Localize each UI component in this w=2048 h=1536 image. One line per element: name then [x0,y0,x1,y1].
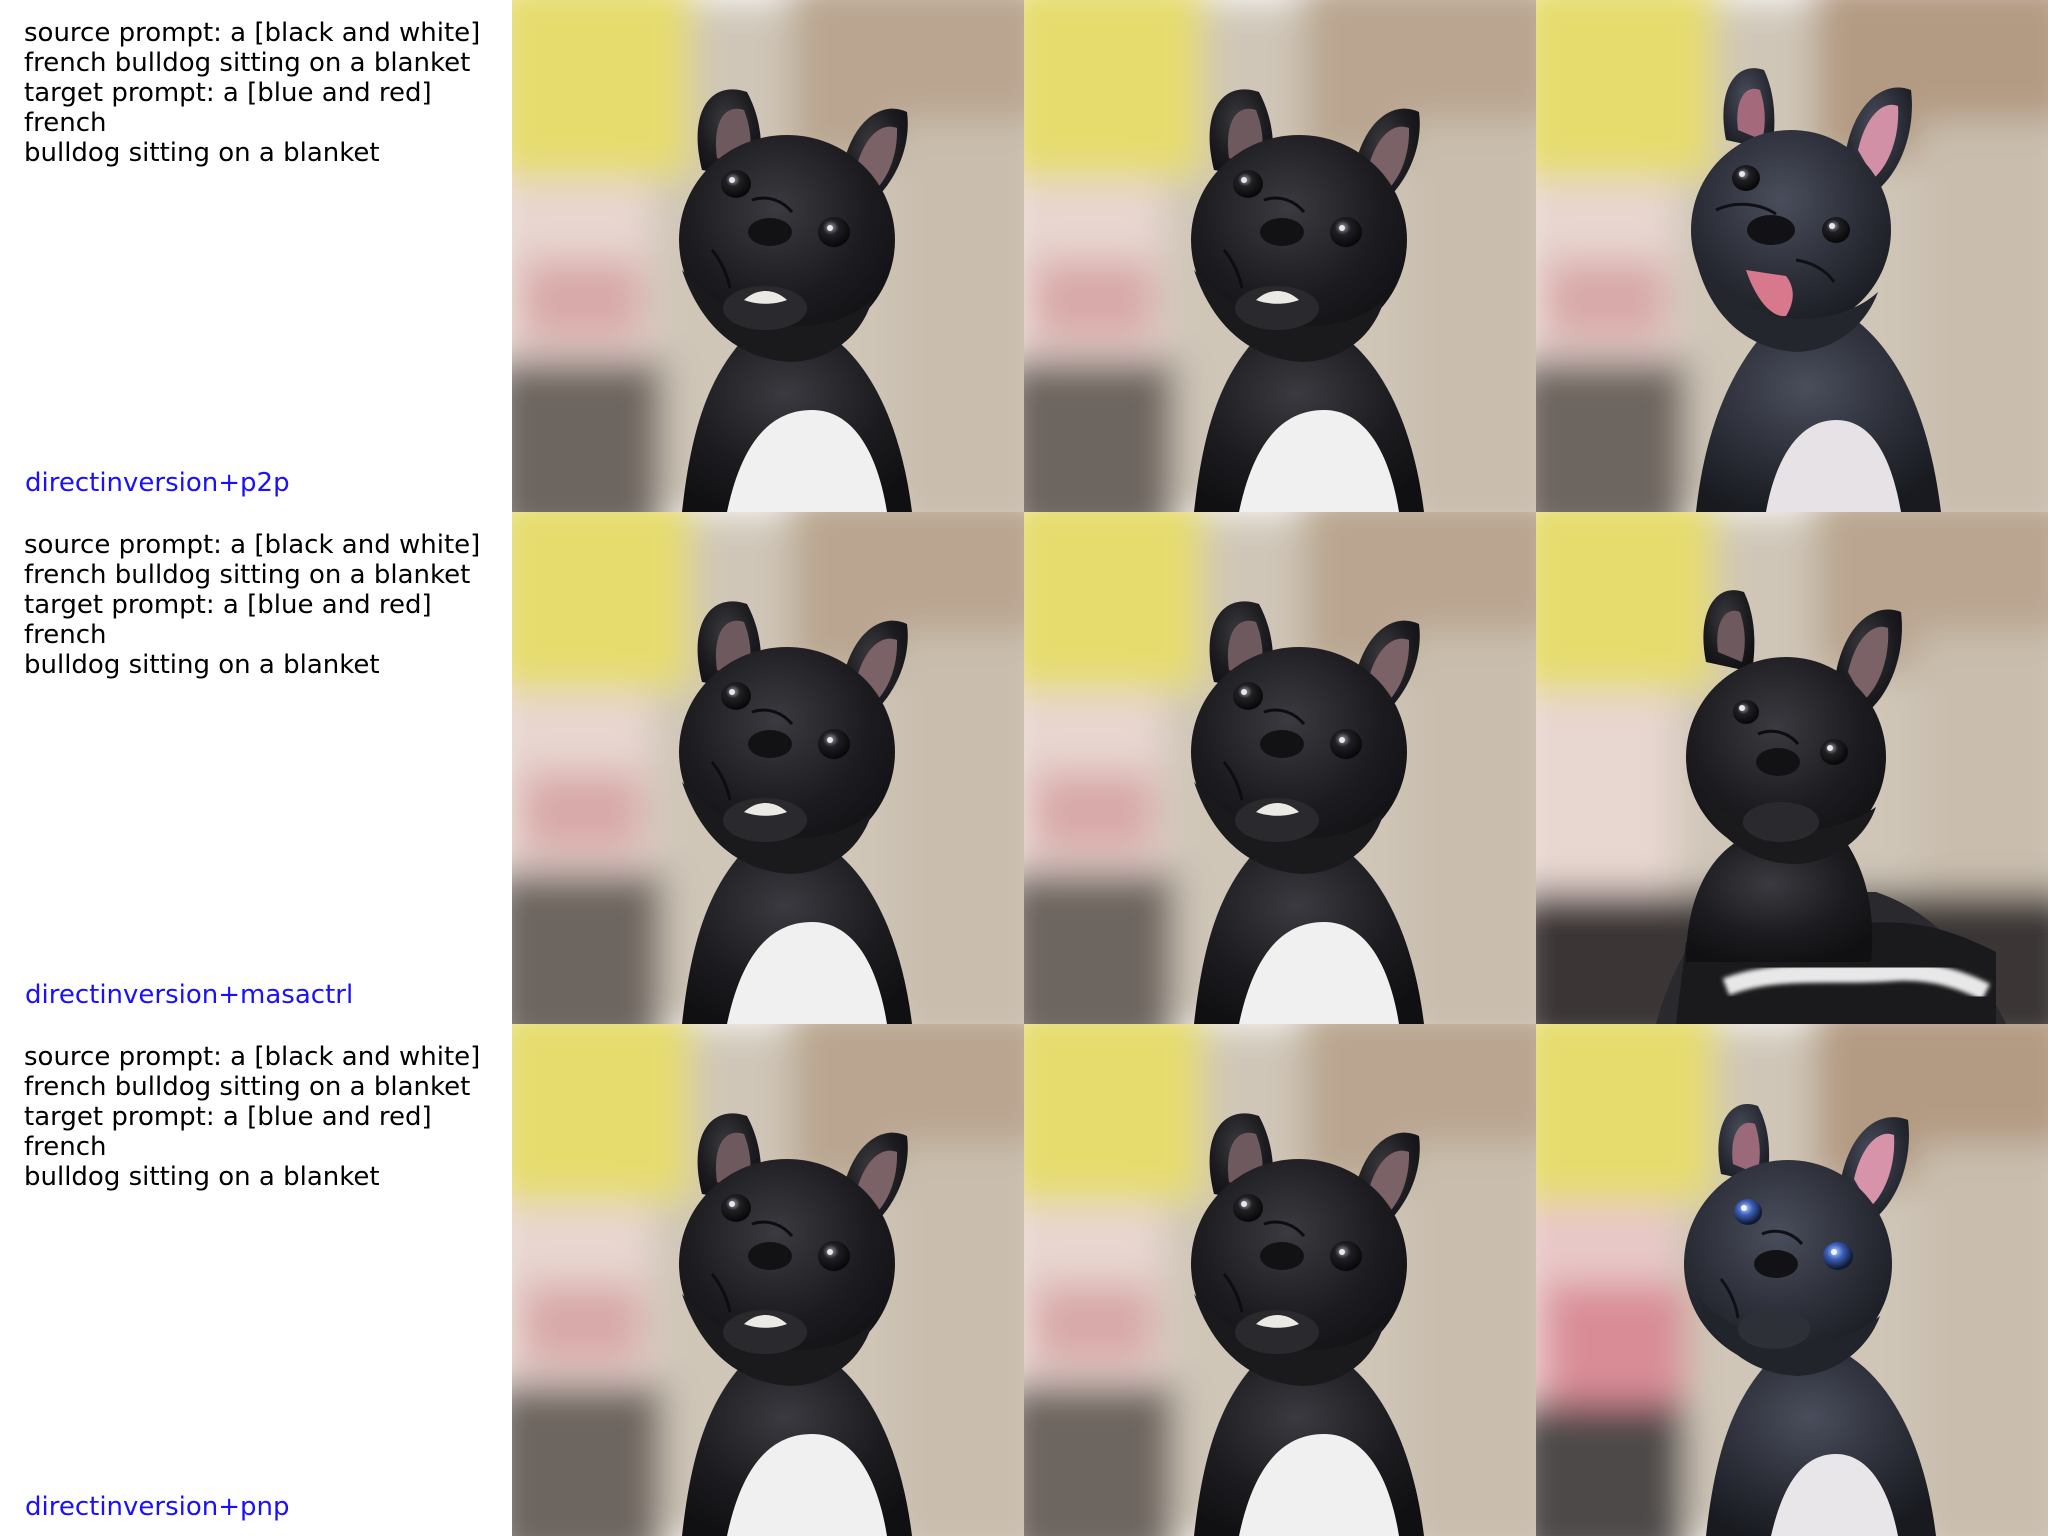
french-bulldog-source-image [512,0,1024,512]
french-bulldog-source-image [512,512,1024,1024]
french-bulldog-reconstruction-image [1024,0,1536,512]
prompt-text: source prompt: a [black and white] frenc… [24,18,481,168]
row-label-cell: source prompt: a [black and white] frenc… [0,1024,512,1536]
comparison-row: source prompt: a [black and white] frenc… [0,1024,2048,1536]
row-label-cell: source prompt: a [black and white] frenc… [0,0,512,512]
comparison-row: source prompt: a [black and white] frenc… [0,0,2048,512]
french-bulldog-reconstruction-image [1024,512,1536,1024]
method-label: directinversion+masactrl [25,980,354,1010]
method-label: directinversion+pnp [25,1492,290,1522]
french-bulldog-edited-image [1536,1024,2048,1536]
prompt-text: source prompt: a [black and white] frenc… [24,530,481,680]
prompt-text: source prompt: a [black and white] frenc… [24,1042,481,1192]
method-label: directinversion+p2p [25,468,290,498]
row-label-cell: source prompt: a [black and white] frenc… [0,512,512,1024]
french-bulldog-edited-image [1536,512,2048,1024]
french-bulldog-reconstruction-image [1024,1024,1536,1536]
french-bulldog-source-image [512,1024,1024,1536]
comparison-grid: source prompt: a [black and white] frenc… [0,0,2048,1536]
french-bulldog-edited-image [1536,0,2048,512]
comparison-row: source prompt: a [black and white] frenc… [0,512,2048,1024]
